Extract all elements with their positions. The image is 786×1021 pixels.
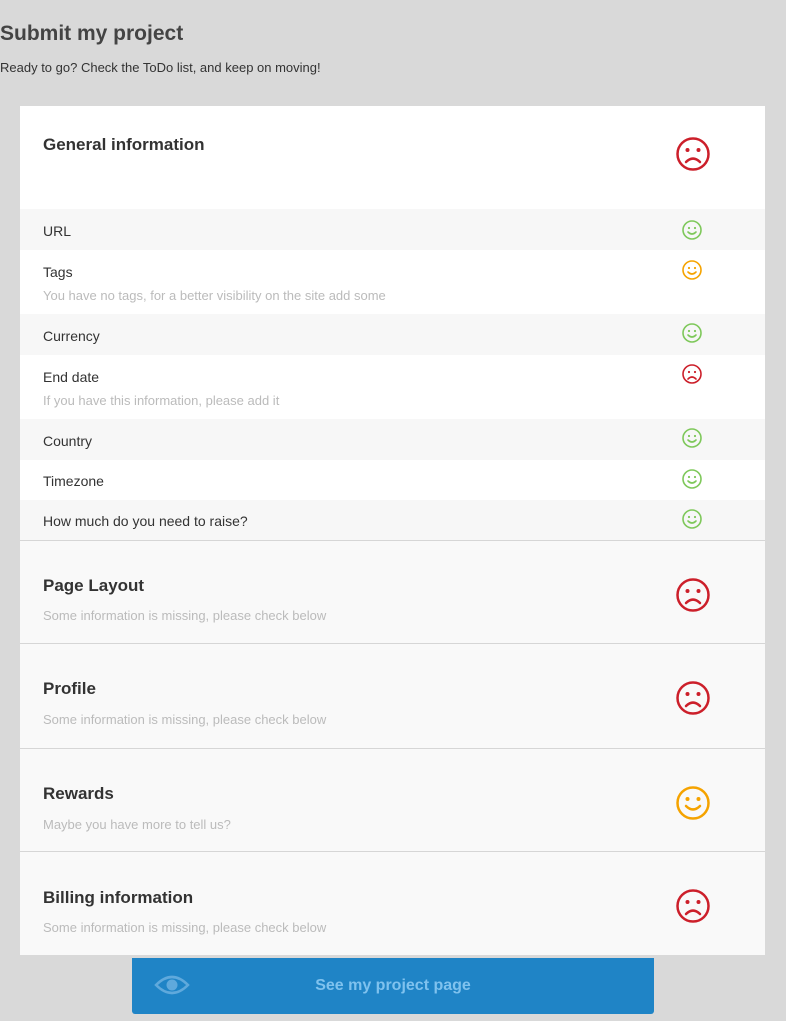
item-label: Timezone	[43, 473, 104, 489]
item-note: If you have this information, please add…	[43, 393, 280, 408]
happy-face-icon	[682, 323, 702, 343]
section-billing-information[interactable]: Billing information Some information is …	[20, 852, 765, 955]
item-label: Currency	[43, 328, 100, 344]
checklist-item-currency[interactable]: Currency	[20, 314, 765, 355]
section-page-layout[interactable]: Page Layout Some information is missing,…	[20, 541, 765, 643]
item-label: URL	[43, 223, 72, 239]
see-project-page-label: See my project page	[315, 977, 471, 994]
checklist-item-country[interactable]: Country	[20, 419, 765, 460]
sad-face-icon	[676, 889, 710, 923]
checklist-item-tags[interactable]: Tags You have no tags, for a better visi…	[20, 250, 765, 314]
section-title: Page Layout	[43, 576, 145, 595]
sad-face-icon	[676, 137, 710, 171]
page-title: Submit my project	[0, 22, 184, 45]
section-note: Maybe you have more to tell us?	[43, 817, 231, 832]
sad-face-icon	[676, 578, 710, 612]
see-project-page-button[interactable]: See my project page	[132, 958, 654, 1014]
submit-project-page: Submit my project Ready to go? Check the…	[0, 0, 786, 1021]
happy-face-icon	[682, 260, 702, 280]
item-label: Country	[43, 433, 93, 449]
todo-checklist-card: General information URL Tags You have no…	[20, 106, 765, 955]
section-general-information[interactable]: General information	[20, 106, 765, 209]
item-label: Tags	[43, 264, 73, 280]
section-title: General information	[43, 135, 205, 154]
section-title: Billing information	[43, 888, 194, 907]
happy-face-icon	[676, 786, 710, 820]
happy-face-icon	[682, 428, 702, 448]
happy-face-icon	[682, 469, 702, 489]
checklist-item-end-date[interactable]: End date If you have this information, p…	[20, 355, 765, 419]
item-note: You have no tags, for a better visibilit…	[43, 288, 386, 303]
section-rewards[interactable]: Rewards Maybe you have more to tell us?	[20, 749, 765, 851]
checklist-item-timezone[interactable]: Timezone	[20, 460, 765, 500]
item-label: End date	[43, 369, 100, 385]
checklist-item-url[interactable]: URL	[20, 209, 765, 250]
happy-face-icon	[682, 509, 702, 529]
item-label: How much do you need to raise?	[43, 513, 248, 529]
section-profile[interactable]: Profile Some information is missing, ple…	[20, 644, 765, 748]
happy-face-icon	[682, 220, 702, 240]
checklist-item-funding-goal[interactable]: How much do you need to raise?	[20, 500, 765, 540]
section-title: Rewards	[43, 784, 114, 803]
sad-face-icon	[676, 681, 710, 715]
section-note: Some information is missing, please chec…	[43, 712, 327, 727]
sad-face-icon	[682, 364, 702, 384]
section-note: Some information is missing, please chec…	[43, 608, 327, 623]
section-title: Profile	[43, 679, 96, 698]
page-subtitle: Ready to go? Check the ToDo list, and ke…	[0, 60, 321, 75]
section-note: Some information is missing, please chec…	[43, 920, 327, 935]
